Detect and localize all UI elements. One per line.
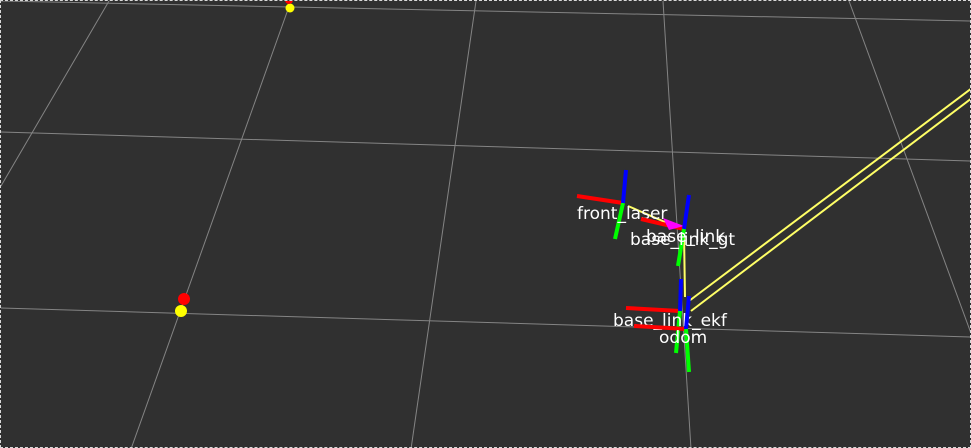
yellow-sphere-marker bbox=[285, 3, 295, 13]
tf-link-line bbox=[690, 98, 970, 312]
grid-line bbox=[1, 1, 970, 22]
grid-line bbox=[131, 1, 292, 447]
grid-line bbox=[1, 1, 110, 187]
z-axis bbox=[621, 169, 628, 204]
3d-viewport[interactable]: front_laser base_link base_link_gt base_… bbox=[0, 0, 971, 448]
tf-link-line bbox=[688, 88, 970, 302]
grid-line bbox=[848, 1, 970, 333]
red-sphere-marker bbox=[285, 1, 293, 4]
frame-label: base_link_gt bbox=[630, 230, 735, 250]
ground-grid bbox=[1, 1, 970, 447]
marker-1[interactable] bbox=[285, 1, 295, 13]
x-axis bbox=[576, 194, 624, 205]
scene-canvas[interactable]: front_laser base_link base_link_gt base_… bbox=[1, 1, 971, 448]
tf-frame-base-link-gt[interactable]: base_link_gt bbox=[630, 230, 735, 250]
z-axis bbox=[678, 278, 683, 312]
yellow-sphere-marker bbox=[175, 305, 187, 317]
tf-link-lines bbox=[627, 88, 970, 312]
z-axis bbox=[682, 194, 691, 230]
grid-line bbox=[410, 1, 477, 447]
grid-line bbox=[1, 307, 970, 338]
grid-line bbox=[1, 131, 970, 162]
red-sphere-marker bbox=[178, 293, 190, 305]
frame-label: odom bbox=[659, 328, 707, 348]
